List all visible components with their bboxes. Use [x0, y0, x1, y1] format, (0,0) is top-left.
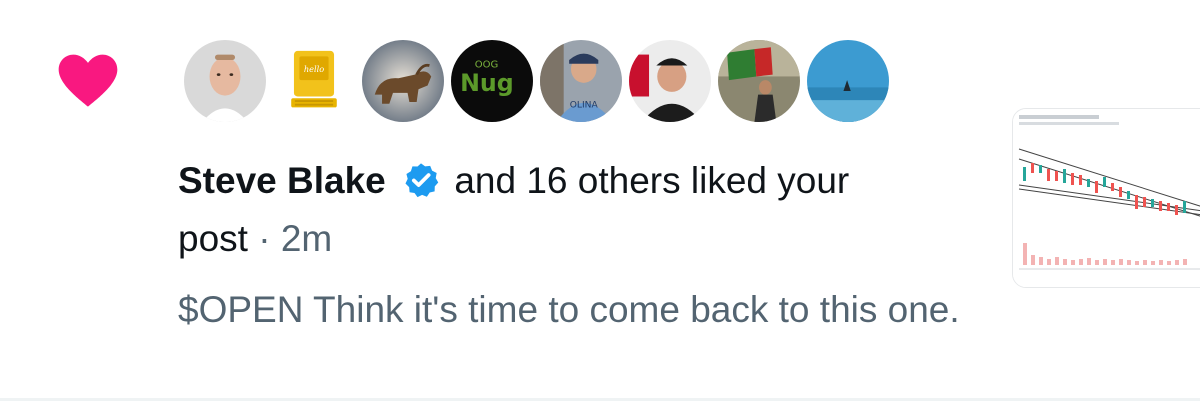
verified-badge-icon — [402, 161, 440, 199]
svg-text:OLINA: OLINA — [570, 100, 599, 110]
avatar-ocean-scene[interactable] — [803, 36, 893, 126]
heart-icon — [56, 52, 120, 108]
liker-avatars: hello Nug OOG OLINA — [180, 36, 893, 126]
svg-text:OOG: OOG — [475, 59, 499, 70]
summary-text: and 16 others liked your — [454, 160, 850, 201]
post-text[interactable]: $OPEN Think it's time to come back to th… — [178, 284, 968, 336]
svg-text:Nug: Nug — [460, 69, 514, 97]
notification-summary-cont: post · 2m — [178, 216, 332, 262]
avatar-retro-computer[interactable]: hello — [269, 36, 359, 126]
avatar-flag-bearer[interactable] — [714, 36, 804, 126]
avatar-nugs[interactable]: Nug OOG — [447, 36, 537, 126]
svg-text:hello: hello — [304, 64, 324, 74]
avatar-carolina-fan[interactable]: OLINA — [536, 36, 626, 126]
like-notification[interactable]: hello Nug OOG OLINA Steve Blake and 16 o… — [0, 0, 1200, 401]
summary-text-cont: post — [178, 218, 248, 259]
timestamp: 2m — [280, 218, 333, 259]
avatar-man-with-cap[interactable] — [625, 36, 715, 126]
avatar-wall-street-bull[interactable] — [358, 36, 448, 126]
liker-name-link[interactable]: Steve Blake — [178, 160, 386, 201]
separator-dot: · — [258, 218, 271, 259]
avatar-steve-blake[interactable] — [180, 36, 270, 126]
candlestick-chart-thumbnail[interactable] — [1012, 108, 1200, 288]
notification-summary: Steve Blake and 16 others liked your — [178, 158, 849, 204]
